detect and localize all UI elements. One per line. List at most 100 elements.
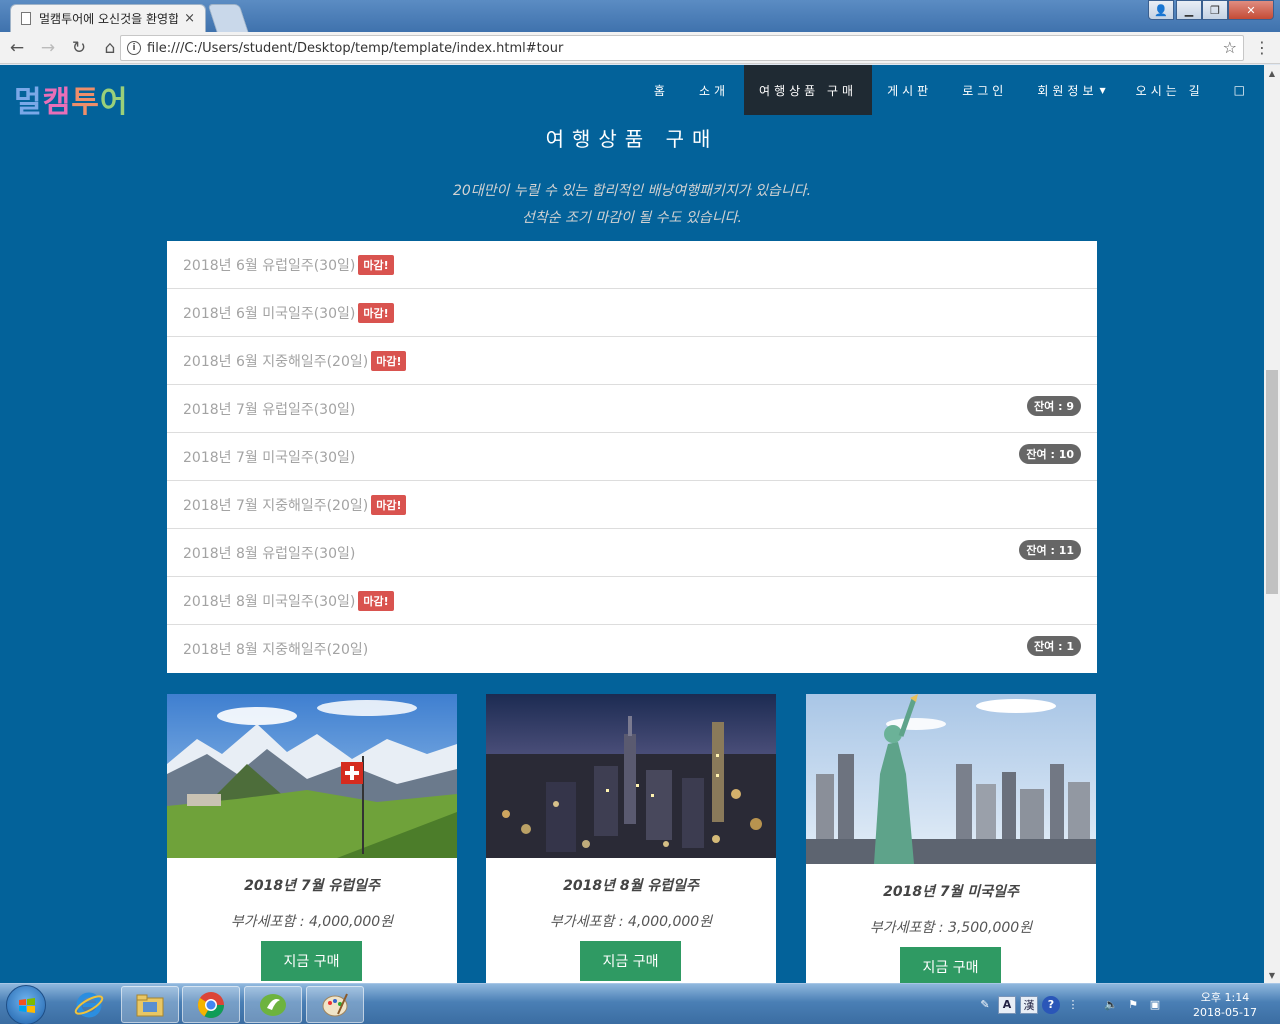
buy-now-button[interactable]: 지금 구매 <box>900 947 1001 983</box>
remaining-seats-badge: 잔여 : 9 <box>1027 396 1081 416</box>
page-scrollbar[interactable]: ▲ ▼ <box>1264 65 1280 983</box>
tour-name: 2018년 6월 유럽일주(30일) <box>183 257 356 274</box>
nav-item[interactable]: 게시판 <box>872 65 947 115</box>
paint-icon[interactable] <box>306 986 364 1023</box>
tour-card-europe-august: 2018년 8월 유럽일주 부가세포함 : 4,000,000원 지금 구매 <box>486 694 776 983</box>
card-price: 부가세포함 : 4,000,000원 <box>549 914 713 930</box>
remaining-seats-badge: 잔여 : 10 <box>1019 444 1081 464</box>
ime-options-icon[interactable]: ⋮ <box>1064 996 1082 1014</box>
buy-now-button[interactable]: 지금 구매 <box>580 941 681 981</box>
nav-item-label: 회원정보 <box>1037 83 1098 98</box>
maximize-button[interactable]: ❐ <box>1202 0 1228 20</box>
nav-item[interactable]: 홈 <box>639 65 684 115</box>
tour-list-item[interactable]: 2018년 7월 미국일주(30일) 잔여 : 10 <box>167 433 1097 481</box>
logo-char: 멀 <box>14 85 43 120</box>
tour-list-item[interactable]: 2018년 6월 미국일주(30일) 마감! <box>167 289 1097 337</box>
action-center-flag-icon[interactable]: ⚑ <box>1124 996 1142 1014</box>
city-night-photo <box>486 694 776 858</box>
nav-item-label: 홈 <box>653 83 669 98</box>
reload-icon[interactable]: ↻ <box>65 34 93 62</box>
nav-item[interactable]: 로그인 <box>947 65 1022 115</box>
browser-tab-strip: 멀캠투어에 오신것을 환영합니다 × 👤 ▁ ❐ ✕ <box>0 0 1280 32</box>
site-logo[interactable]: 멀캠투어 <box>14 77 128 121</box>
ime-tool-icon[interactable]: ✎ <box>976 996 994 1014</box>
remaining-seats-badge: 잔여 : 11 <box>1019 540 1081 560</box>
browser-menu-icon[interactable]: ⋮ <box>1254 38 1270 57</box>
info-icon[interactable]: i <box>127 41 141 55</box>
bookmark-star-icon[interactable]: ☆ <box>1223 38 1237 57</box>
system-tray: ✎ A 漢 ? ⋮ 🔈 ⚑ ▣ <box>976 988 1168 1021</box>
scrollbar-thumb[interactable] <box>1266 370 1278 594</box>
tour-name: 2018년 8월 유럽일주(30일) <box>183 545 356 562</box>
scroll-down-icon[interactable]: ▼ <box>1264 967 1280 983</box>
site-nav-menu: 홈 소개 여행상품 구매 게시판 로그인 회원정보 ▼ 오시는 길 □ <box>639 65 1264 115</box>
tour-list-item[interactable]: 2018년 8월 유럽일주(30일) 잔여 : 11 <box>167 529 1097 577</box>
nav-item[interactable]: 소개 <box>684 65 744 115</box>
new-tab-button[interactable] <box>207 4 249 32</box>
tour-name: 2018년 8월 미국일주(30일) <box>183 593 356 610</box>
tour-name: 2018년 7월 미국일주(30일) <box>183 449 356 466</box>
user-profile-icon[interactable]: 👤 <box>1148 0 1174 20</box>
taskbar-clock[interactable]: 오후 1:14 2018-05-17 <box>1180 990 1270 1020</box>
closed-badge: 마감! <box>371 494 407 515</box>
logo-char: 캠 <box>42 85 72 120</box>
nav-item-label: 소개 <box>698 83 730 98</box>
window-controls: 👤 ▁ ❐ ✕ <box>1148 0 1274 20</box>
tour-name: 2018년 7월 유럽일주(30일) <box>183 401 356 418</box>
tour-list-item[interactable]: 2018년 8월 미국일주(30일) 마감! <box>167 577 1097 625</box>
windows-taskbar: ✎ A 漢 ? ⋮ 🔈 ⚑ ▣ 오후 1:14 2018-05-17 <box>0 983 1280 1024</box>
clock-date: 2018-05-17 <box>1193 1006 1257 1019</box>
nav-item[interactable]: □ <box>1219 65 1264 115</box>
forward-arrow-icon[interactable]: → <box>34 34 62 62</box>
nav-item[interactable]: 오시는 길 <box>1121 65 1219 115</box>
ime-alpha-indicator[interactable]: A <box>998 995 1016 1014</box>
minimize-button[interactable]: ▁ <box>1176 0 1202 20</box>
buy-now-button[interactable]: 지금 구매 <box>261 941 362 981</box>
clock-time: 오후 1:14 <box>1200 991 1250 1004</box>
address-bar[interactable]: i file:///C:/Users/student/Desktop/temp/… <box>120 35 1244 61</box>
tab-close-icon[interactable]: × <box>184 11 195 26</box>
help-icon[interactable]: ? <box>1042 995 1060 1014</box>
tour-card-europe-july: 2018년 7월 유럽일주 부가세포함 : 4,000,000원 지금 구매 <box>167 694 457 983</box>
tray-expand-icon[interactable] <box>1086 996 1098 1014</box>
tour-list-item[interactable]: 2018년 7월 유럽일주(30일) 잔여 : 9 <box>167 385 1097 433</box>
tour-list-item[interactable]: 2018년 6월 유럽일주(30일) 마감! <box>167 241 1097 289</box>
tour-list-item[interactable]: 2018년 7월 지중해일주(20일) 마감! <box>167 481 1097 529</box>
dropdown-caret-icon: ▼ <box>1099 85 1106 95</box>
remaining-seats-badge: 잔여 : 1 <box>1027 636 1081 656</box>
section-title: 여행상품 구매 <box>545 127 719 151</box>
internet-explorer-icon[interactable] <box>60 986 118 1023</box>
card-price: 부가세포함 : 4,000,000원 <box>230 914 394 930</box>
card-title: 2018년 7월 미국일주 <box>883 884 1019 900</box>
back-arrow-icon[interactable]: ← <box>3 34 31 62</box>
windows-logo-icon <box>19 998 35 1013</box>
document-icon <box>21 12 31 25</box>
tour-list-item[interactable]: 2018년 8월 지중해일주(20일) 잔여 : 1 <box>167 625 1097 673</box>
file-explorer-icon[interactable] <box>121 986 179 1023</box>
page-viewport: 멀캠투어 홈 소개 여행상품 구매 게시판 로그인 회원정보 ▼ 오시는 길 □ 여행상품 구매… <box>0 65 1264 983</box>
nav-item-label: 여행상품 구매 <box>759 83 858 98</box>
nav-item-label: 로그인 <box>962 83 1008 98</box>
tour-name: 2018년 8월 지중해일주(20일) <box>183 642 369 658</box>
scroll-up-icon[interactable]: ▲ <box>1264 65 1280 81</box>
network-icon[interactable]: ▣ <box>1146 996 1164 1014</box>
nav-item[interactable]: 회원정보 ▼ <box>1022 65 1120 115</box>
closed-badge: 마감! <box>371 350 407 371</box>
nav-item-label: 오시는 길 <box>1135 83 1204 98</box>
close-window-button[interactable]: ✕ <box>1228 0 1274 20</box>
logo-char: 어 <box>99 85 129 120</box>
browser-tab-active[interactable]: 멀캠투어에 오신것을 환영합니다 × <box>10 4 206 32</box>
closed-badge: 마감! <box>358 590 394 611</box>
nav-item-label: 게시판 <box>887 83 933 98</box>
switzerland-photo <box>167 694 457 858</box>
section-subtitle-line1: 20대만이 누릴 수 있는 합리적인 배낭여행패키지가 있습니다. <box>452 183 812 199</box>
volume-muted-icon[interactable]: 🔈 <box>1102 996 1120 1014</box>
spring-tool-icon[interactable] <box>244 986 302 1023</box>
nav-item-label: □ <box>1233 83 1249 97</box>
ime-hanja-indicator[interactable]: 漢 <box>1020 995 1038 1014</box>
address-url[interactable]: file:///C:/Users/student/Desktop/temp/te… <box>147 41 563 56</box>
tour-list-item[interactable]: 2018년 6월 지중해일주(20일) 마감! <box>167 337 1097 385</box>
start-button[interactable] <box>6 985 46 1024</box>
nav-item[interactable]: 여행상품 구매 <box>744 65 873 115</box>
chrome-icon[interactable] <box>182 986 240 1023</box>
